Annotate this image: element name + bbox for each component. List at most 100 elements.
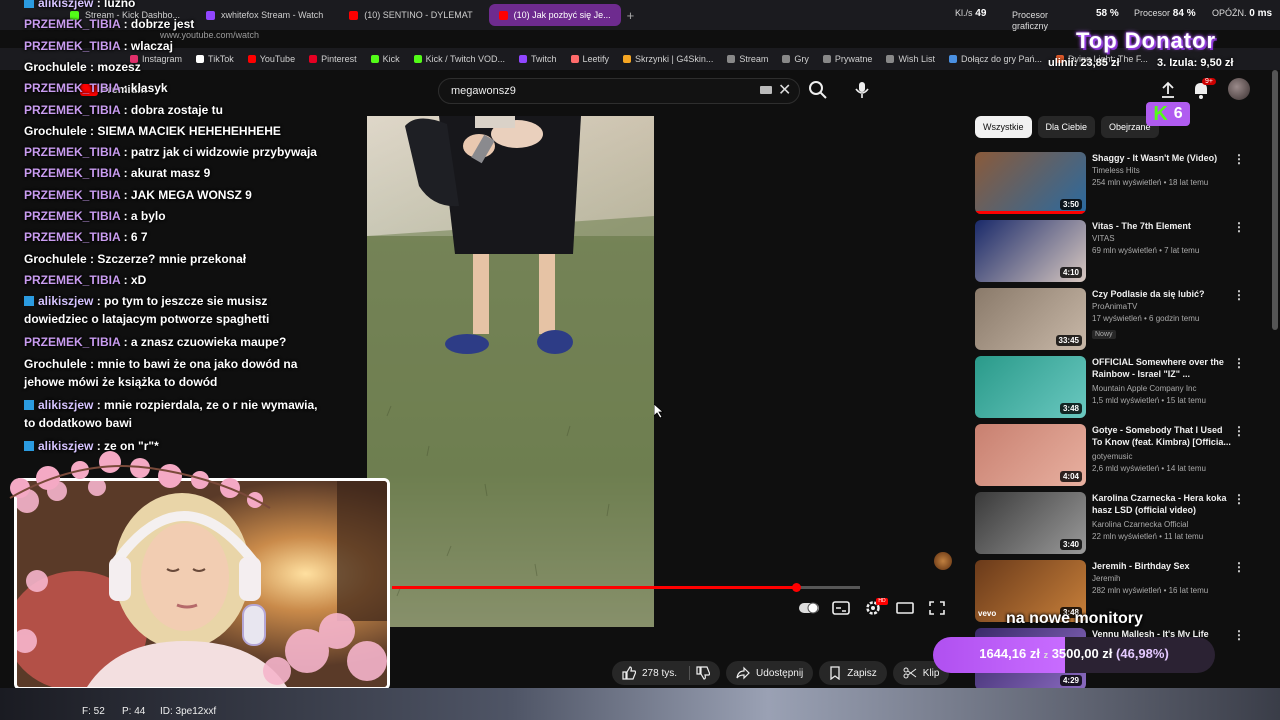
gpu-label: Procesor graficzny	[1012, 10, 1049, 31]
recommended-video[interactable]: 3:40 Karolina Czarnecka - Hera koka hasz …	[975, 492, 1275, 556]
channel-name[interactable]: Timeless Hits	[1092, 166, 1140, 175]
filter-chip[interactable]: Dla Ciebie	[1037, 116, 1096, 138]
bookmark-item[interactable]: Skrzynki | G4Skin...	[623, 54, 713, 64]
video-title[interactable]: Shaggy - It Wasn't Me (Video)	[1092, 152, 1232, 164]
chat-username: PRZEMEK_TIBIA	[24, 209, 121, 223]
top-donor-3: 3. Izula: 9,50 zł	[1157, 57, 1234, 69]
chat-username: PRZEMEK_TIBIA	[24, 272, 121, 287]
bookmark-item[interactable]: Prywatne	[822, 54, 872, 64]
donation-goal-text: 1644,16 zł z 3500,00 zł (46,98%)	[933, 646, 1215, 661]
video-thumbnail[interactable]: 4:10	[975, 220, 1086, 282]
more-options-icon[interactable]: ⋮	[1233, 356, 1245, 370]
recommended-video[interactable]: 33:45 Czy Podlasie da się lubić? ProAnimaT…	[975, 288, 1275, 352]
save-button[interactable]: Zapisz	[819, 661, 887, 685]
more-options-icon[interactable]: ⋮	[1233, 492, 1245, 506]
share-button[interactable]: Udostępnij	[726, 661, 814, 685]
channel-name[interactable]: Karolina Czarnecka Official	[1092, 520, 1188, 529]
kick-logo-icon: K	[1153, 102, 1168, 125]
chat-message: PRZEMEK_TIBIA : wlaczaj	[24, 37, 324, 55]
more-options-icon[interactable]: ⋮	[1233, 424, 1245, 438]
more-options-icon[interactable]: ⋮	[1233, 628, 1245, 642]
channel-name[interactable]: Mountain Apple Company Inc	[1092, 384, 1197, 393]
video-title[interactable]: Gotye - Somebody That I Used To Know (fe…	[1092, 424, 1232, 448]
channel-watermark[interactable]	[934, 552, 952, 570]
autoplay-toggle[interactable]	[798, 600, 820, 616]
recommended-video[interactable]: 4:10 Vitas - The 7th Element VITAS 69 mln w…	[975, 220, 1275, 284]
browser-tab[interactable]: (10) SENTINO - DYLEMAT	[339, 4, 482, 26]
chat-text: mozesz	[97, 59, 141, 74]
bookmark-item[interactable]: Dołącz do gry Pań...	[948, 54, 1042, 64]
chat-message: PRZEMEK_TIBIA : patrz jak ci widzowie pr…	[24, 143, 324, 161]
video-thumbnail[interactable]: 3:50	[975, 152, 1086, 214]
goal-current: 1644,16 zł	[979, 646, 1040, 661]
video-duration: 3:40	[1059, 539, 1082, 550]
search-icon[interactable]	[808, 80, 828, 100]
browser-tab[interactable]: (10) Jak pozbyć się Je...	[488, 4, 621, 26]
fullscreen-icon[interactable]	[928, 600, 946, 616]
bookmark-item[interactable]: Kick / Twitch VOD...	[413, 54, 505, 64]
top-donator-title: Top Donator	[1076, 28, 1217, 53]
video-title[interactable]: Vitas - The 7th Element	[1092, 220, 1232, 232]
video-duration: 4:29	[1059, 675, 1082, 686]
chat-text: a bylo	[130, 209, 166, 223]
microphone-icon[interactable]	[852, 80, 872, 100]
channel-name[interactable]: ProAnimaTV	[1092, 302, 1137, 311]
chat-separator: :	[93, 0, 105, 10]
upload-icon[interactable]	[1160, 80, 1176, 100]
video-title[interactable]: Karolina Czarnecka - Hera koka hasz LSD …	[1092, 492, 1232, 516]
recommended-video[interactable]: 3:48 OFFICIAL Somewhere over the Rainbow …	[975, 356, 1275, 420]
video-thumbnail[interactable]: 33:45	[975, 288, 1086, 350]
filter-chip[interactable]: Wszystkie	[975, 116, 1032, 138]
more-options-icon[interactable]: ⋮	[1233, 288, 1245, 302]
theater-mode-icon[interactable]	[896, 600, 914, 616]
subtitles-icon[interactable]	[832, 600, 850, 616]
video-thumbnail[interactable]: 3:48	[975, 356, 1086, 418]
thumb-down-icon[interactable]	[696, 666, 711, 680]
chat-text: akurat masz 9	[130, 166, 211, 181]
more-options-icon[interactable]: ⋮	[1233, 220, 1245, 234]
chat-message: PRZEMEK_TIBIA : dobrze jest	[24, 15, 324, 33]
bookmark-item[interactable]: Wish List	[886, 54, 935, 64]
bookmark-item[interactable]: Stream	[727, 54, 768, 64]
chat-message: PRZEMEK_TIBIA : JAK MEGA WONSZ 9	[24, 186, 324, 204]
chat-separator: :	[86, 251, 98, 266]
keyboard-icon[interactable]	[760, 86, 772, 94]
video-thumbnail[interactable]: 4:04	[975, 424, 1086, 486]
video-player[interactable]	[367, 116, 654, 627]
bookmark-favicon-icon	[948, 55, 957, 63]
channel-name[interactable]: Jeremih	[1092, 574, 1120, 583]
clear-search-icon[interactable]: ✕	[778, 80, 791, 100]
bookmark-item[interactable]: Leetify	[570, 54, 609, 64]
like-button[interactable]: 278 tys.	[612, 661, 721, 685]
chat-username: Grochulele	[24, 356, 87, 371]
thumb-up-icon	[622, 666, 636, 680]
bookmark-item[interactable]: Gry	[782, 54, 809, 64]
recommended-video[interactable]: 4:04 Gotye - Somebody That I Used To Know…	[975, 424, 1275, 488]
chat-message: PRZEMEK_TIBIA : akurat masz 9	[24, 164, 324, 182]
bookmark-favicon-icon	[570, 55, 579, 63]
new-tab-button[interactable]: +	[627, 8, 635, 23]
video-duration: 33:45	[1055, 335, 1082, 346]
video-thumbnail[interactable]: 3:40	[975, 492, 1086, 554]
search-input[interactable]: megawonsz9	[438, 78, 800, 104]
recommended-video[interactable]: 3:50 Shaggy - It Wasn't Me (Video) Timeles…	[975, 152, 1275, 216]
chat-separator: :	[86, 59, 98, 74]
more-options-icon[interactable]: ⋮	[1233, 560, 1245, 574]
share-label: Udostępnij	[756, 667, 804, 679]
chat-message: alikiszjew : luzno	[24, 0, 324, 12]
bookmark-item[interactable]: Kick	[370, 54, 400, 64]
more-options-icon[interactable]: ⋮	[1233, 152, 1245, 166]
bookmark-item[interactable]: Twitch	[518, 54, 557, 64]
channel-name[interactable]: VITAS	[1092, 234, 1115, 243]
video-title[interactable]: OFFICIAL Somewhere over the Rainbow - Is…	[1092, 356, 1232, 380]
tab-favicon-icon	[349, 10, 359, 20]
account-avatar[interactable]	[1228, 78, 1250, 100]
stream-chat-overlay: alikiszjew : luzno PRZEMEK_TIBIA : dobrze…	[0, 0, 340, 453]
chat-text: Szczerze? mnie przekonał	[97, 251, 247, 266]
video-title[interactable]: Czy Podlasie da się lubić?	[1092, 288, 1232, 300]
chat-text: xD	[130, 272, 147, 287]
channel-name[interactable]: gotyemusic	[1092, 452, 1132, 461]
gpu-value: 58 %	[1096, 8, 1119, 19]
video-title[interactable]: Jeremih - Birthday Sex	[1092, 560, 1232, 572]
video-scrubber-handle[interactable]	[792, 583, 801, 592]
